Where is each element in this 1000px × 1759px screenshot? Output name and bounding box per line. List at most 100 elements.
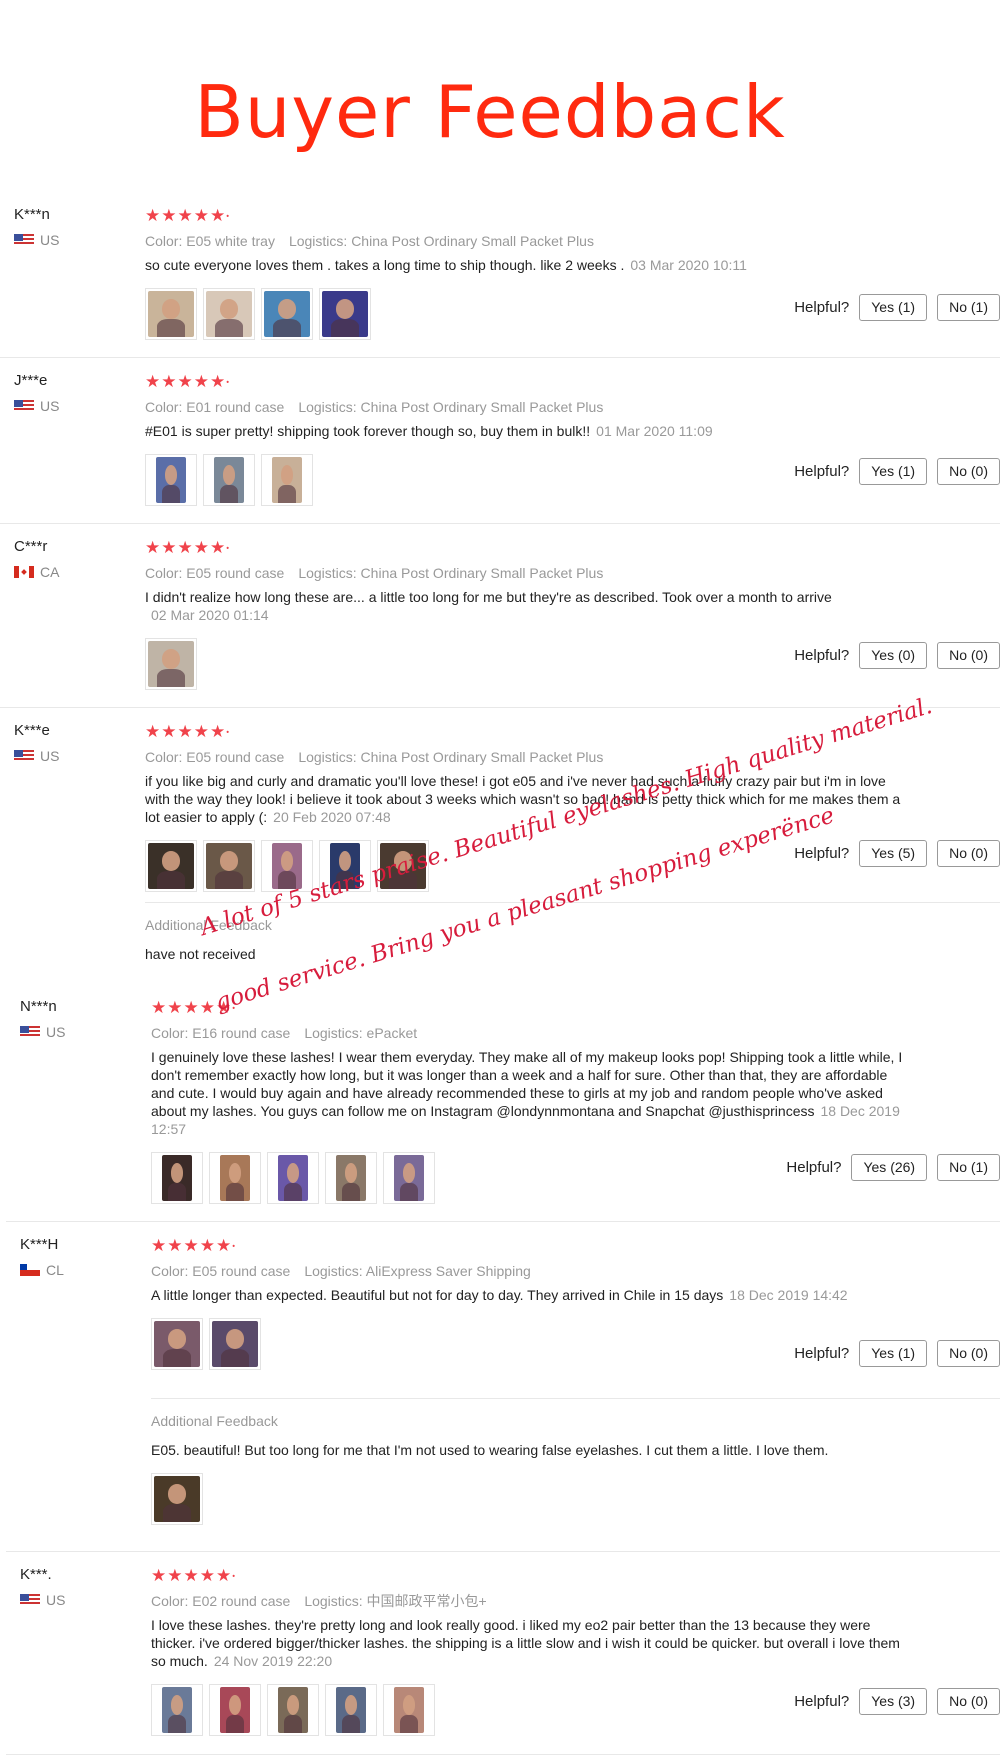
color-attribute: Color: E01 round case [145,399,285,415]
review-item: K***H CL ★★★★★• Color: E05 round case Log… [6,1236,1000,1552]
rating-stars: ★★★★★• [145,722,231,741]
helpful-yes-button[interactable]: Yes (26) [851,1154,928,1181]
review-photo[interactable] [209,1684,261,1736]
review-photo[interactable] [145,288,197,340]
review-text: I genuinely love these lashes! I wear th… [151,1048,911,1138]
order-attributes: Color: E05 round case Logistics: AliExpre… [151,1262,911,1280]
buyer-country: US [14,748,59,764]
rating-stars: ★★★★★• [145,538,231,557]
review-date: 02 Mar 2020 01:14 [151,607,269,623]
helpful-votes: Helpful? Yes (1) No (0) [794,458,1000,485]
review-item: J***e US ★★★★★• Color: E01 round case Log… [0,372,1000,524]
logistics-attribute: Logistics: China Post Ordinary Small Pac… [298,399,604,415]
review-photo[interactable] [377,840,429,892]
country-code: CA [40,564,60,580]
country-code: US [40,398,60,414]
review-photo[interactable] [319,288,371,340]
logistics-attribute: Logistics: ePacket [304,1025,418,1041]
logistics-attribute: Logistics: AliExpress Saver Shipping [304,1263,531,1279]
cl-flag-icon [20,1264,40,1276]
review-photo[interactable] [261,288,313,340]
review-item: C***r CA ★★★★★• Color: E05 round case Log… [0,538,1000,708]
review-photo[interactable] [319,840,371,892]
buyer-name: J***e [14,372,48,389]
review-photo[interactable] [145,638,197,690]
review-text: I didn't realize how long these are... a… [145,588,905,624]
helpful-label: Helpful? [786,1159,842,1176]
review-photo[interactable] [151,1152,203,1204]
buyer-name: K***H [20,1236,59,1253]
review-photo[interactable] [203,454,255,506]
review-photo[interactable] [151,1684,203,1736]
review-body: ★★★★★• Color: E05 white tray Logistics: C… [145,206,905,340]
review-photo[interactable] [151,1473,203,1525]
review-item: N***n US ★★★★★• Color: E16 round case Log… [6,998,1000,1222]
review-photos [145,454,905,506]
helpful-no-button[interactable]: No (0) [937,458,1000,485]
review-content: so cute everyone loves them . takes a lo… [145,257,625,273]
helpful-no-button[interactable]: No (1) [937,1154,1000,1181]
helpful-label: Helpful? [794,463,850,480]
helpful-votes: Helpful? Yes (1) No (1) [794,294,1000,321]
review-photo[interactable] [267,1684,319,1736]
us-flag-icon [20,1594,40,1606]
review-photo[interactable] [383,1152,435,1204]
additional-feedback-text: have not received [145,946,256,962]
star-icons: ★★★★★ [151,1236,233,1255]
helpful-yes-button[interactable]: Yes (1) [859,458,928,485]
additional-feedback-text: E05. beautiful! But too long for me that… [151,1442,829,1458]
logistics-attribute: Logistics: 中国邮政平常小包+ [304,1593,487,1609]
review-photo[interactable] [203,840,255,892]
review-photos [145,638,905,690]
helpful-label: Helpful? [794,647,850,664]
review-photos [145,840,905,892]
review-photo[interactable] [203,288,255,340]
helpful-no-button[interactable]: No (0) [937,642,1000,669]
additional-feedback-label: Additional Feedback [151,1413,278,1429]
review-photo[interactable] [383,1684,435,1736]
review-text: if you like big and curly and dramatic y… [145,772,905,826]
review-text: A little longer than expected. Beautiful… [151,1286,911,1304]
review-date: 18 Dec 2019 14:42 [729,1287,848,1303]
buyer-name: K***e [14,722,50,739]
color-attribute: Color: E05 round case [145,749,285,765]
review-photo[interactable] [325,1152,377,1204]
helpful-votes: Helpful? Yes (1) No (0) [794,1340,1000,1367]
review-body: ★★★★★• Color: E01 round case Logistics: C… [145,372,905,506]
us-flag-icon [14,400,34,412]
color-attribute: Color: E02 round case [151,1593,291,1609]
helpful-no-button[interactable]: No (0) [937,840,1000,867]
helpful-yes-button[interactable]: Yes (0) [859,642,928,669]
star-icons: ★★★★★ [145,206,227,225]
country-code: US [46,1592,66,1608]
helpful-no-button[interactable]: No (0) [937,1688,1000,1715]
review-text: I love these lashes. they're pretty long… [151,1616,911,1670]
review-photo[interactable] [209,1152,261,1204]
review-photo[interactable] [267,1152,319,1204]
review-photos [151,1473,1000,1525]
country-code: US [46,1024,66,1040]
star-icons: ★★★★★ [151,1566,233,1585]
order-attributes: Color: E01 round case Logistics: China Po… [145,398,905,416]
review-date: 03 Mar 2020 10:11 [630,257,747,273]
review-body: ★★★★★• Color: E05 round case Logistics: C… [145,538,905,690]
rating-stars: ★★★★★• [151,998,237,1017]
review-photo[interactable] [151,1318,203,1370]
helpful-yes-button[interactable]: Yes (1) [859,294,928,321]
helpful-votes: Helpful? Yes (26) No (1) [786,1154,1000,1181]
review-photo[interactable] [261,454,313,506]
helpful-yes-button[interactable]: Yes (1) [859,1340,928,1367]
helpful-no-button[interactable]: No (1) [937,294,1000,321]
review-photo[interactable] [145,454,197,506]
helpful-no-button[interactable]: No (0) [937,1340,1000,1367]
review-body: ★★★★★• Color: E05 round case Logistics: C… [145,722,905,892]
buyer-country: CA [14,564,59,580]
review-photo[interactable] [261,840,313,892]
review-photo[interactable] [209,1318,261,1370]
star-icons: ★★★★★ [145,538,227,557]
helpful-yes-button[interactable]: Yes (5) [859,840,928,867]
review-photo[interactable] [325,1684,377,1736]
helpful-yes-button[interactable]: Yes (3) [859,1688,928,1715]
review-photo[interactable] [145,840,197,892]
helpful-label: Helpful? [794,845,850,862]
